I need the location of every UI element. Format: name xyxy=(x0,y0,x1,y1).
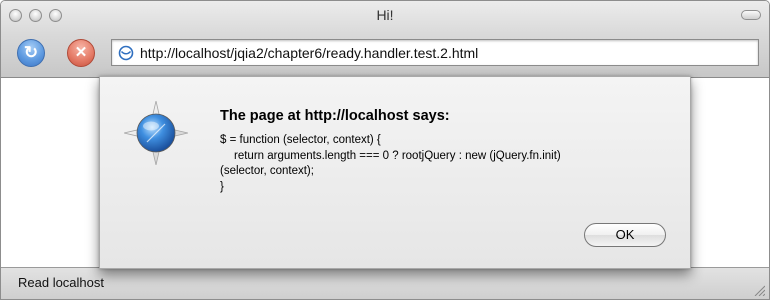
message-line: } xyxy=(220,180,224,193)
message-line: $ = function (selector, context) { xyxy=(220,134,381,146)
window-title: Hi! xyxy=(376,7,394,23)
stop-button[interactable]: ✕ xyxy=(67,39,95,67)
browser-window: Hi! ↻ ✕ http://localhost/jqia2/chapter6/… xyxy=(0,0,770,300)
page-globe-icon xyxy=(118,45,134,61)
alert-dialog: The page at http://localhost says: $ = f… xyxy=(99,76,691,269)
status-bar: Read localhost xyxy=(1,267,769,299)
status-text: Read localhost xyxy=(18,275,104,290)
resize-grip-icon[interactable] xyxy=(753,284,765,296)
alert-title: The page at http://localhost says: xyxy=(220,108,450,124)
ok-button[interactable]: OK xyxy=(584,223,666,247)
message-line: (selector, context); xyxy=(220,165,314,177)
stop-icon: ✕ xyxy=(74,44,88,61)
address-bar[interactable]: http://localhost/jqia2/chapter6/ready.ha… xyxy=(111,39,759,66)
address-text: http://localhost/jqia2/chapter6/ready.ha… xyxy=(140,45,479,61)
reload-icon: ↻ xyxy=(23,43,39,62)
toolbar-toggle-button[interactable] xyxy=(741,10,761,20)
window-chrome: Hi! ↻ ✕ http://localhost/jqia2/chapter6/… xyxy=(1,1,769,78)
message-line: return arguments.length === 0 ? rootjQue… xyxy=(234,149,561,162)
alert-message: $ = function (selector, context) { retur… xyxy=(220,133,561,195)
safari-compass-icon xyxy=(124,101,188,165)
reload-button[interactable]: ↻ xyxy=(17,39,45,67)
